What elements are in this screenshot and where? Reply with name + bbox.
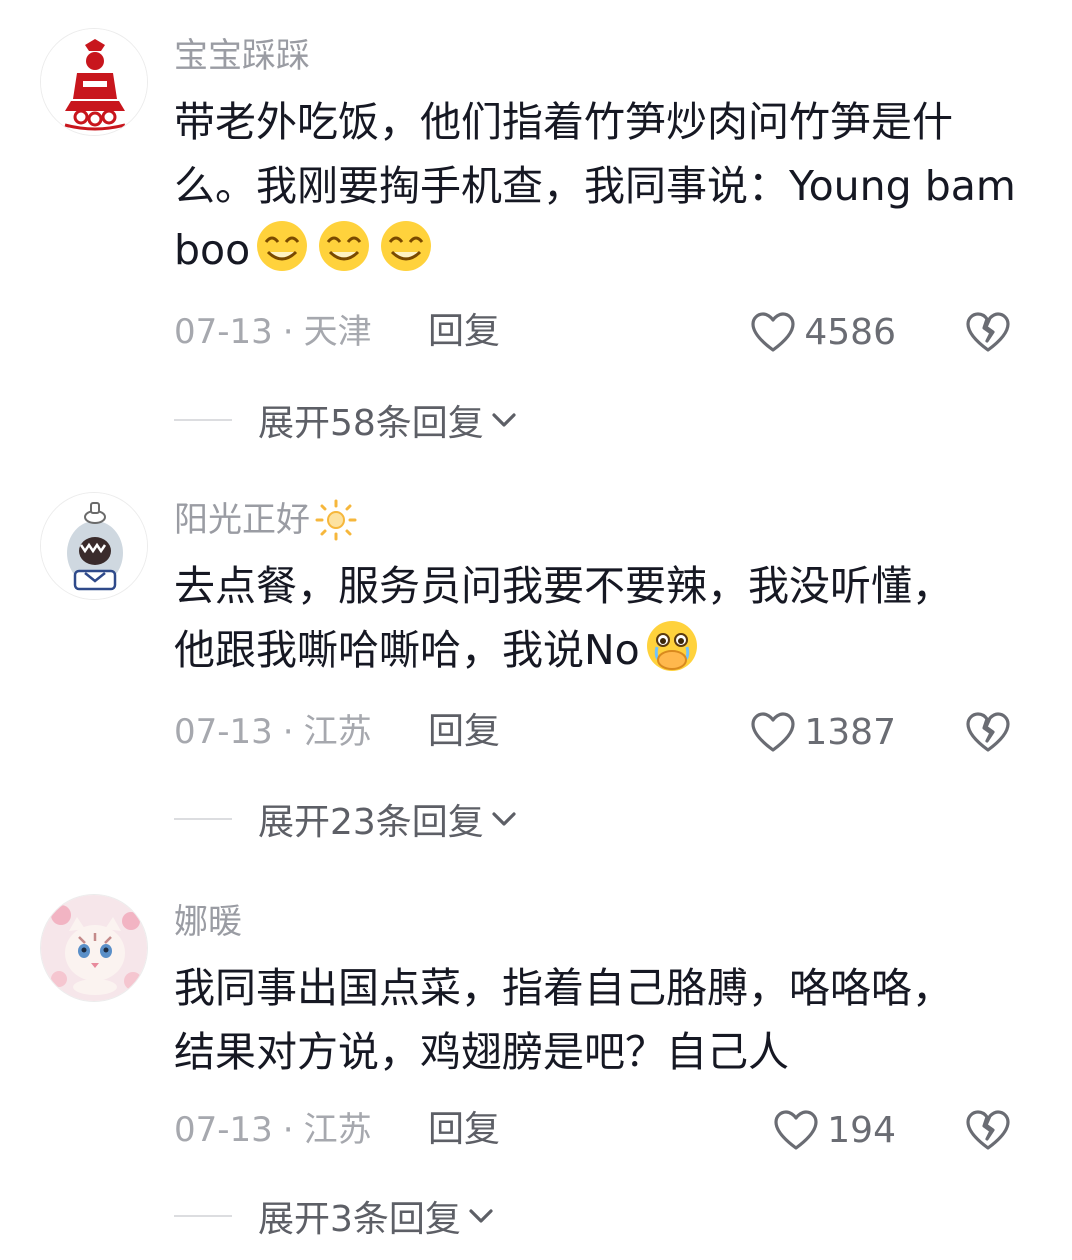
reply-button[interactable]: 回复 bbox=[428, 710, 500, 754]
meta-separator: · bbox=[282, 1110, 294, 1150]
like-button[interactable]: 4586 bbox=[750, 308, 896, 356]
avatar[interactable] bbox=[40, 894, 148, 1002]
comment-text-content: 我同事出国点菜，指着自己胳膊，咯咯咯，结果对方说，鸡翅膀是吧？自己人 bbox=[174, 964, 953, 1076]
expand-divider bbox=[174, 1215, 232, 1217]
heart-icon bbox=[774, 1110, 818, 1150]
like-count: 1387 bbox=[804, 711, 896, 753]
meta-separator: · bbox=[282, 712, 294, 752]
avatar[interactable] bbox=[40, 492, 148, 600]
comment-date: 07-13 bbox=[174, 1110, 273, 1150]
expand-replies-button[interactable]: 展开23条回复 bbox=[174, 795, 518, 843]
squinting-laugh-emoji-icon bbox=[381, 221, 432, 271]
broken-heart-icon[interactable] bbox=[964, 1106, 1012, 1154]
reply-button[interactable]: 回复 bbox=[428, 1108, 500, 1152]
expand-replies-button[interactable]: 展开58条回复 bbox=[174, 396, 518, 444]
broken-heart-icon[interactable] bbox=[964, 308, 1012, 356]
sun-icon bbox=[315, 499, 357, 541]
heart-icon bbox=[751, 712, 795, 752]
comment-text-content: 去点餐，服务员问我要不要辣，我没听懂，他跟我嘶哈嘶哈，我说No bbox=[174, 562, 953, 674]
crying-covering-mouth-emoji-icon bbox=[646, 621, 697, 671]
comment-location: 江苏 bbox=[303, 712, 372, 752]
avatar[interactable] bbox=[40, 28, 148, 136]
comment-date: 07-13 bbox=[174, 712, 273, 752]
comment-date: 07-13 bbox=[174, 312, 273, 352]
chevron-down-icon bbox=[492, 812, 516, 826]
comment-meta: 07-13 · 江苏 bbox=[174, 1108, 372, 1152]
squinting-laugh-emoji-icon bbox=[319, 221, 370, 271]
like-button[interactable]: 1387 bbox=[750, 708, 896, 756]
comment-location: 江苏 bbox=[303, 1110, 372, 1150]
expand-divider bbox=[174, 818, 232, 820]
chevron-down-icon bbox=[469, 1209, 493, 1223]
like-count: 4586 bbox=[804, 311, 896, 353]
squinting-laugh-emoji-icon bbox=[257, 221, 308, 271]
comment-meta: 07-13 · 江苏 bbox=[174, 710, 372, 754]
like-button[interactable]: 194 bbox=[773, 1106, 896, 1154]
username[interactable]: 娜暖 bbox=[174, 900, 242, 944]
username-text: 阳光正好 bbox=[174, 500, 310, 540]
like-count: 194 bbox=[827, 1109, 896, 1151]
username[interactable]: 宝宝踩踩 bbox=[174, 34, 310, 78]
username[interactable]: 阳光正好 bbox=[174, 498, 358, 542]
expand-replies-label: 展开23条回复 bbox=[258, 802, 484, 843]
expand-replies-label: 展开58条回复 bbox=[258, 403, 484, 444]
comment-text: 我同事出国点菜，指着自己胳膊，咯咯咯，结果对方说，鸡翅膀是吧？自己人 bbox=[174, 956, 964, 1084]
expand-replies-button[interactable]: 展开3条回复 bbox=[174, 1192, 495, 1240]
comment-text: 带老外吃饭，他们指着竹笋炒肉问竹笋是什么。我刚要掏手机查，我同事说：Young … bbox=[174, 90, 1024, 282]
comment-meta: 07-13 · 天津 bbox=[174, 310, 372, 354]
meta-separator: · bbox=[282, 312, 294, 352]
broken-heart-icon[interactable] bbox=[964, 708, 1012, 756]
chevron-down-icon bbox=[492, 413, 516, 427]
expand-divider bbox=[174, 419, 232, 421]
heart-icon bbox=[751, 312, 795, 352]
expand-replies-label: 展开3条回复 bbox=[258, 1199, 461, 1240]
comment-text: 去点餐，服务员问我要不要辣，我没听懂，他跟我嘶哈嘶哈，我说No bbox=[174, 554, 964, 682]
comment-location: 天津 bbox=[303, 312, 372, 352]
reply-button[interactable]: 回复 bbox=[428, 310, 500, 354]
